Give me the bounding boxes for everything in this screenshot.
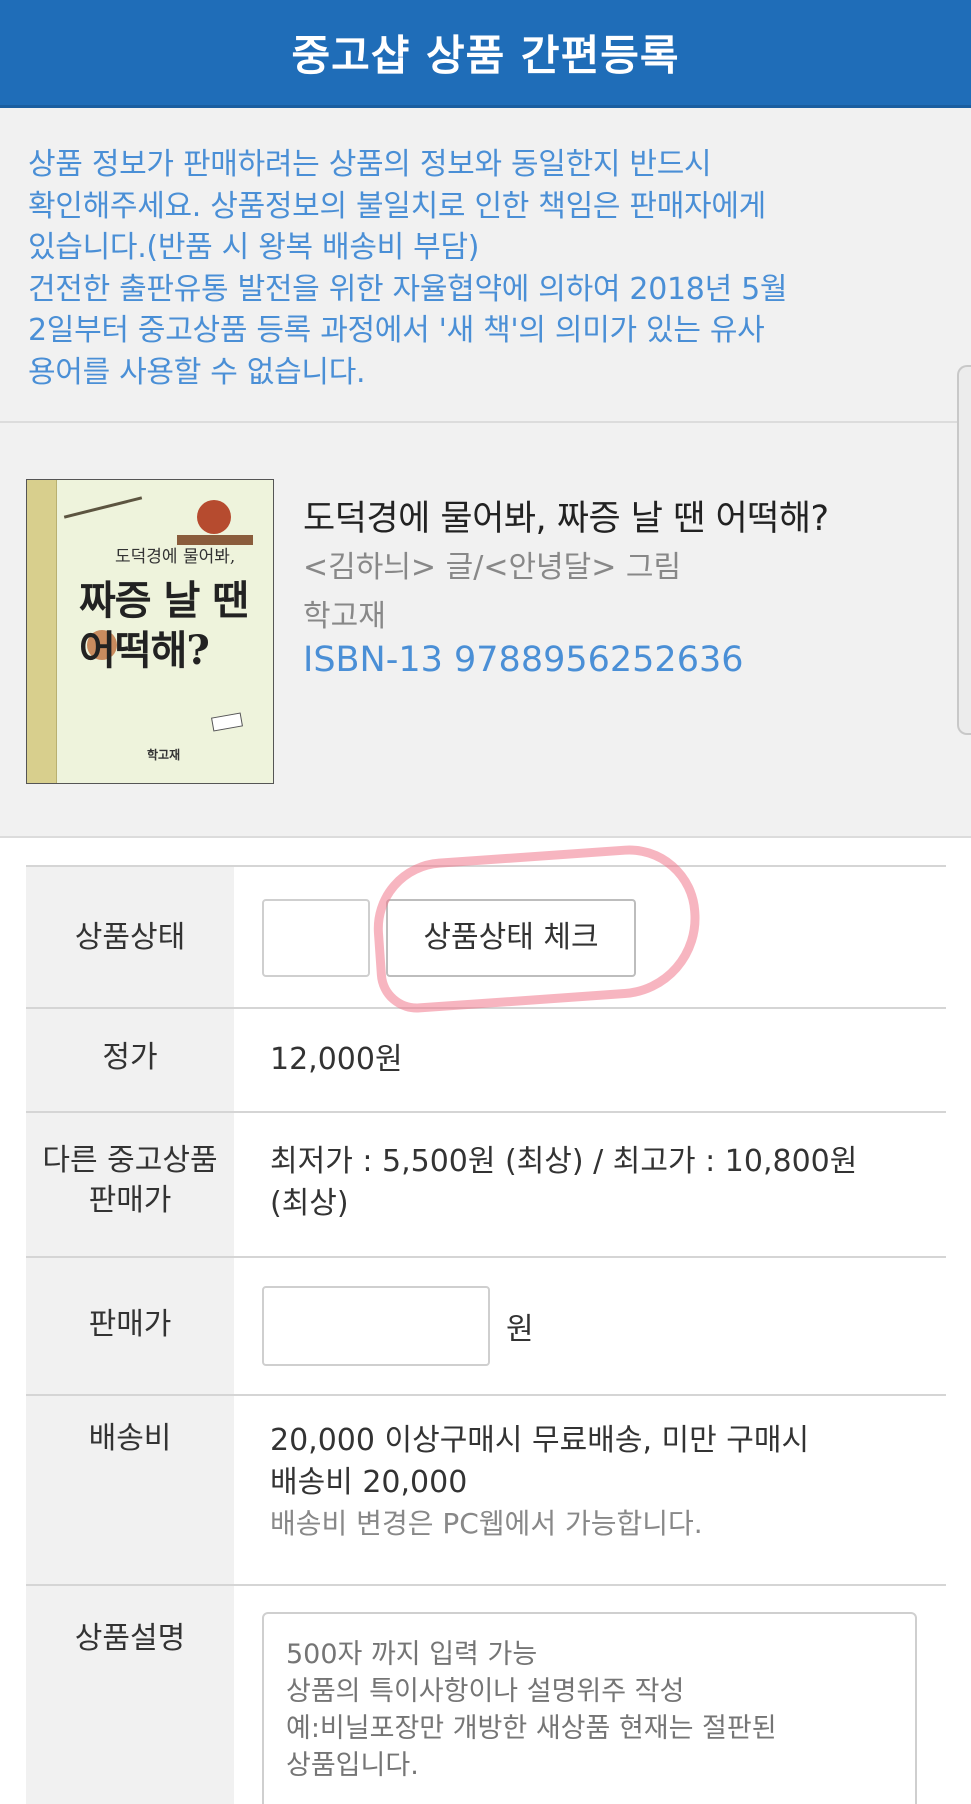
- cover-title-line: 짜증 날 땐: [79, 577, 249, 624]
- list-price-value: 12,000원: [270, 1042, 403, 1077]
- other-used-price-row: 다른 중고상품 판매가 최저가 : 5,500원 (최상) / 최고가 : 10…: [26, 1113, 946, 1258]
- condition-value-field[interactable]: [262, 899, 370, 977]
- sale-price-label: 판매가: [26, 1258, 234, 1394]
- registration-form: 상품상태 상품상태 체크 정가 12,000원 다른 중고상품 판매가 최저가 …: [26, 840, 946, 1804]
- cover-title-line: 어떡해?: [79, 627, 210, 674]
- shipping-line: 배송비 20,000: [270, 1465, 468, 1500]
- notice-line: 상품 정보가 판매하려는 상품의 정보와 동일한지 반드시: [28, 147, 712, 182]
- cover-girl-illustration: [197, 500, 231, 534]
- other-used-price-label: 다른 중고상품 판매가: [26, 1113, 234, 1256]
- condition-row: 상품상태 상품상태 체크: [26, 840, 946, 1016]
- book-title: 도덕경에 물어봐, 짜증 날 땐 어떡해?: [303, 499, 829, 539]
- cover-spine: [27, 480, 57, 783]
- highlight-annotation: [369, 840, 705, 1016]
- other-used-price-value: 최저가 : 5,500원 (최상) / 최고가 : 10,800원 (최상): [234, 1113, 946, 1256]
- cover-book-illustration: [211, 712, 243, 732]
- book-cover-image: 도덕경에 물어봐, 짜증 날 땐 어떡해? 학고재: [26, 479, 274, 784]
- notice-line: 2일부터 중고상품 등록 과정에서 '새 책'의 의미가 있는 유사: [28, 313, 765, 348]
- cover-title-small: 도덕경에 물어봐,: [115, 547, 236, 567]
- book-author: <김하늬> 글/<안녕달> 그림: [303, 550, 682, 585]
- list-price-label: 정가: [26, 1009, 234, 1111]
- shipping-note: 배송비 변경은 PC웹에서 가능합니다.: [270, 1507, 703, 1540]
- notice-line: 건전한 출판유통 발전을 위한 자율협약에 의하여 2018년 5월: [28, 271, 788, 307]
- shipping-value: 20,000 이상구매시 무료배송, 미만 구매시 배송비 20,000 배송비…: [234, 1396, 946, 1584]
- sale-price-row: 판매가 원: [26, 1258, 946, 1396]
- notice-panel: 상품 정보가 판매하려는 상품의 정보와 동일한지 반드시 확인해주세요. 상품…: [0, 108, 971, 423]
- label-line: 다른 중고상품: [42, 1143, 218, 1178]
- description-label: 상품설명: [26, 1586, 234, 1804]
- side-drawer-handle[interactable]: [957, 365, 971, 735]
- description-textarea[interactable]: [262, 1612, 917, 1804]
- price-range-line: 최저가 : 5,500원 (최상) / 최고가 : 10,800원: [270, 1144, 858, 1179]
- notice-line: 있습니다.(반품 시 왕복 배송비 부담): [28, 230, 480, 265]
- label-line: 판매가: [88, 1183, 172, 1218]
- sale-price-input[interactable]: [262, 1286, 490, 1366]
- condition-label: 상품상태: [26, 867, 234, 1007]
- notice-line: 확인해주세요. 상품정보의 불일치로 인한 책임은 판매자에게: [28, 188, 766, 224]
- book-isbn: ISBN-13 9788956252636: [303, 640, 744, 680]
- page-title: 중고샵 상품 간편등록: [291, 31, 680, 80]
- shipping-line: 20,000 이상구매시 무료배송, 미만 구매시: [270, 1423, 810, 1458]
- cover-branch-illustration: [63, 496, 143, 519]
- product-info-panel: 도덕경에 물어봐, 짜증 날 땐 어떡해? 학고재: [0, 423, 971, 838]
- price-range-line: (최상): [270, 1186, 349, 1221]
- shipping-label: 배송비: [26, 1396, 234, 1584]
- book-publisher: 학고재: [303, 599, 386, 634]
- sale-price-unit: 원: [506, 1312, 534, 1347]
- description-row: 상품설명: [26, 1586, 946, 1804]
- shipping-row: 배송비 20,000 이상구매시 무료배송, 미만 구매시 배송비 20,000…: [26, 1396, 946, 1586]
- page-header: 중고샵 상품 간편등록: [0, 0, 971, 108]
- notice-line: 용어를 사용할 수 없습니다.: [28, 354, 366, 390]
- cover-publisher: 학고재: [147, 748, 181, 762]
- cover-title-large: 짜증 날 땐 어떡해?: [79, 576, 249, 676]
- list-price-row: 정가 12,000원: [26, 1009, 946, 1113]
